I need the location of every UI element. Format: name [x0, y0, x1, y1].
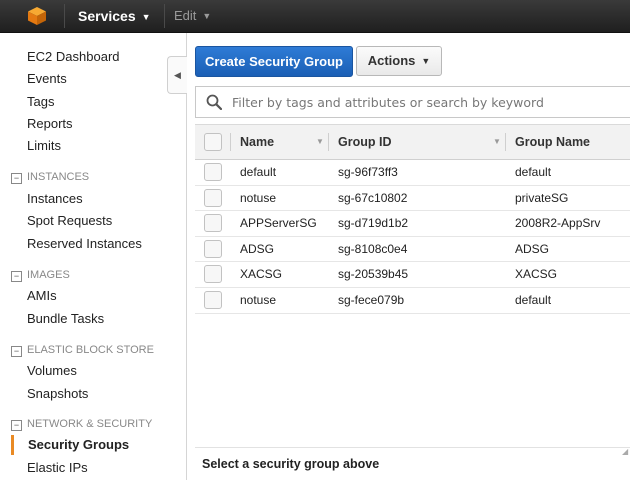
sidebar-item-tags[interactable]: Tags — [27, 94, 54, 109]
cell-group-name: default — [515, 292, 552, 307]
cell-name: notuse — [240, 292, 277, 307]
detail-pane-divider[interactable] — [195, 447, 630, 448]
edit-label: Edit — [174, 8, 197, 23]
collapse-minus-icon: − — [11, 271, 22, 282]
chevron-left-icon: ◀ — [174, 70, 181, 80]
sidebar-section-instances[interactable]: − INSTANCES — [11, 171, 89, 184]
cell-name: APPServerSG — [240, 216, 317, 231]
row-checkbox[interactable] — [204, 163, 222, 181]
table-row[interactable]: APPServerSG sg-d719d1b2 2008R2-AppSrv — [195, 211, 630, 237]
actions-button[interactable]: Actions ▼ — [356, 46, 442, 76]
cell-name: default — [240, 165, 277, 179]
actions-label: Actions — [367, 53, 416, 68]
sidebar-item-snapshots[interactable]: Snapshots — [27, 386, 88, 401]
sidebar-item-instances[interactable]: Instances — [27, 191, 83, 206]
section-label: IMAGES — [27, 269, 70, 281]
cell-group-id: sg-d719d1b2 — [338, 216, 409, 231]
column-divider — [505, 133, 506, 151]
search-icon — [206, 94, 222, 110]
topbar-divider — [164, 4, 165, 28]
edit-menu[interactable]: Edit ▼ — [174, 0, 211, 32]
cell-group-name: XACSG — [515, 267, 558, 282]
table-row[interactable]: ADSG sg-8108c0e4 ADSG — [195, 237, 630, 263]
sidebar-item-reports[interactable]: Reports — [27, 116, 73, 131]
services-label: Services — [78, 8, 136, 24]
column-divider — [230, 133, 231, 151]
detail-pane-empty-message: Select a security group above — [202, 457, 380, 471]
sidebar-item-elastic-ips[interactable]: Elastic IPs — [27, 460, 88, 475]
row-checkbox[interactable] — [204, 265, 222, 284]
section-label: ELASTIC BLOCK STORE — [27, 344, 154, 356]
cell-name: ADSG — [240, 241, 275, 256]
active-indicator — [11, 435, 14, 455]
sidebar-item-spot-requests[interactable]: Spot Requests — [27, 213, 112, 228]
aws-logo[interactable] — [0, 0, 64, 32]
sidebar-item-volumes[interactable]: Volumes — [27, 363, 77, 378]
chevron-down-icon: ▼ — [421, 56, 431, 66]
table-row[interactable]: notuse sg-fece079b default — [195, 288, 630, 314]
collapse-sidebar-button[interactable]: ◀ — [167, 56, 187, 94]
cell-name: notuse — [240, 190, 277, 205]
table-row[interactable]: default sg-96f73ff3 default — [195, 160, 630, 186]
cell-group-name: privateSG — [515, 190, 569, 205]
sidebar-section-images[interactable]: − IMAGES — [11, 269, 70, 282]
sidebar-item-security-groups[interactable]: Security Groups — [28, 437, 129, 452]
resize-grip-icon[interactable]: ◢ — [622, 447, 628, 456]
column-header-group-id[interactable]: Group ID — [338, 125, 391, 159]
row-checkbox[interactable] — [204, 214, 222, 233]
table-row[interactable]: XACSG sg-20539b45 XACSG — [195, 262, 630, 288]
sidebar-item-reserved-instances[interactable]: Reserved Instances — [27, 236, 142, 251]
sidebar-item-events[interactable]: Events — [27, 71, 67, 86]
sidebar-item-limits[interactable]: Limits — [27, 138, 61, 153]
cell-group-id: sg-96f73ff3 — [338, 165, 398, 179]
sidebar-item-bundle-tasks[interactable]: Bundle Tasks — [27, 311, 104, 326]
sort-caret-icon[interactable]: ▼ — [493, 125, 501, 159]
sidebar-section-ebs[interactable]: − ELASTIC BLOCK STORE — [11, 344, 154, 357]
top-navigation-bar: Services ▼ Edit ▼ — [0, 0, 630, 33]
cell-name: XACSG — [240, 267, 283, 282]
row-checkbox[interactable] — [204, 239, 222, 258]
chevron-down-icon: ▼ — [202, 11, 212, 21]
topbar-divider — [64, 4, 65, 28]
services-menu[interactable]: Services ▼ — [78, 0, 151, 32]
section-label: NETWORK & SECURITY — [27, 418, 153, 430]
sort-caret-icon[interactable]: ▼ — [316, 125, 324, 159]
chevron-down-icon: ▼ — [141, 12, 151, 22]
row-checkbox[interactable] — [204, 188, 222, 207]
collapse-minus-icon: − — [11, 173, 22, 184]
cell-group-id: sg-8108c0e4 — [338, 241, 408, 256]
collapse-minus-icon: − — [11, 346, 22, 357]
cell-group-id: sg-fece079b — [338, 292, 405, 307]
collapse-minus-icon: − — [11, 420, 22, 431]
aws-cube-icon — [28, 7, 46, 25]
section-label: INSTANCES — [27, 171, 90, 183]
cell-group-name: 2008R2-AppSrv — [515, 216, 601, 231]
cell-group-id: sg-20539b45 — [338, 267, 409, 282]
sidebar: EC2 Dashboard Events Tags Reports Limits… — [0, 33, 187, 480]
cell-group-name: default — [515, 165, 552, 179]
sidebar-item-amis[interactable]: AMIs — [27, 288, 57, 303]
column-header-name[interactable]: Name — [240, 125, 274, 159]
column-header-group-name[interactable]: Group Name — [515, 125, 590, 159]
column-divider — [328, 133, 329, 151]
security-groups-table: Name ▼ Group ID ▼ Group Name default sg-… — [195, 124, 630, 314]
cell-group-name: ADSG — [515, 241, 550, 256]
create-security-group-button[interactable]: Create Security Group — [195, 46, 353, 77]
sidebar-section-network-security[interactable]: − NETWORK & SECURITY — [11, 418, 152, 431]
cell-group-id: sg-67c10802 — [338, 190, 408, 205]
filter-input[interactable] — [230, 90, 630, 114]
row-checkbox[interactable] — [204, 290, 222, 309]
filter-bar — [195, 86, 630, 118]
select-all-checkbox[interactable] — [204, 133, 222, 151]
table-header: Name ▼ Group ID ▼ Group Name — [195, 124, 630, 160]
sidebar-item-ec2-dashboard[interactable]: EC2 Dashboard — [27, 49, 120, 64]
table-row[interactable]: notuse sg-67c10802 privateSG — [195, 186, 630, 212]
